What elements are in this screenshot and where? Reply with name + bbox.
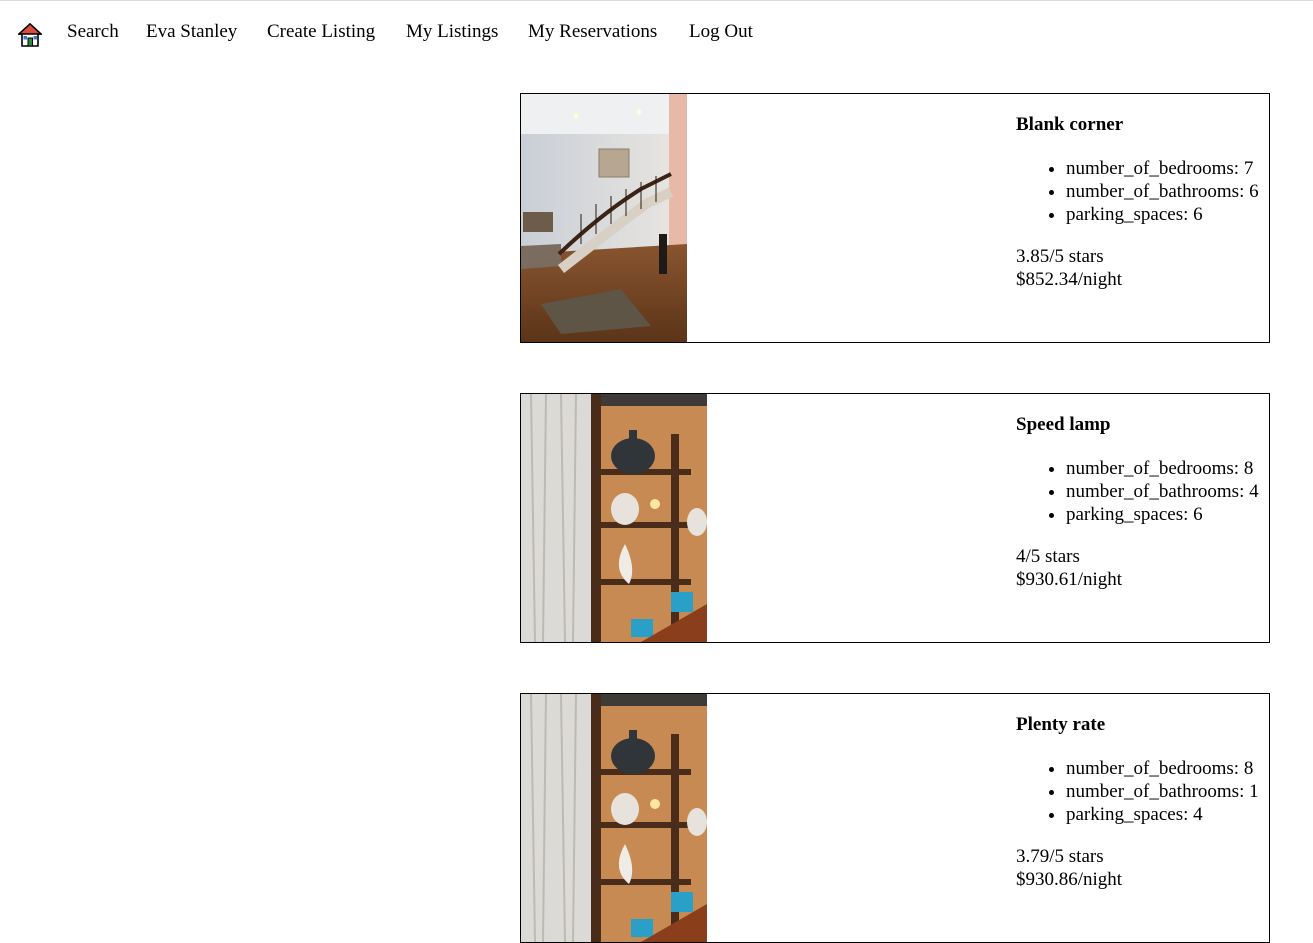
listing-photo [521, 694, 707, 942]
listing-features: number_of_bedrooms: 8 number_of_bathroom… [1016, 757, 1259, 826]
nav-user-profile[interactable]: Eva Stanley [146, 20, 237, 44]
listing-title[interactable]: Blank corner [1016, 114, 1123, 136]
feature-item: parking_spaces: 4 [1066, 803, 1259, 826]
listing-rating: 3.85/5 stars [1016, 246, 1104, 267]
nav-my-reservations[interactable]: My Reservations [528, 20, 657, 44]
top-nav: Search Eva Stanley Create Listing My Lis… [0, 0, 1313, 66]
listing-features: number_of_bedrooms: 7 number_of_bathroom… [1016, 157, 1259, 226]
listing-title[interactable]: Speed lamp [1016, 414, 1111, 436]
feature-item: number_of_bathrooms: 1 [1066, 780, 1259, 803]
listing-price: $930.86/night [1016, 869, 1123, 890]
listing-card[interactable]: Plenty rate number_of_bedrooms: 8 number… [520, 693, 1270, 943]
feature-item: number_of_bedrooms: 8 [1066, 757, 1259, 780]
feature-item: number_of_bathrooms: 4 [1066, 480, 1259, 503]
listing-price: $852.34/night [1016, 269, 1123, 290]
listing-card[interactable]: Blank corner number_of_bedrooms: 7 numbe… [520, 93, 1270, 343]
listing-title[interactable]: Plenty rate [1016, 714, 1105, 736]
feature-item: parking_spaces: 6 [1066, 203, 1259, 226]
nav-my-listings[interactable]: My Listings [406, 20, 498, 44]
house-icon[interactable] [16, 22, 44, 48]
nav-create-listing[interactable]: Create Listing [267, 20, 375, 44]
listing-rating: 3.79/5 stars [1016, 846, 1104, 867]
listing-card[interactable]: Speed lamp number_of_bedrooms: 8 number_… [520, 393, 1270, 643]
feature-item: number_of_bedrooms: 7 [1066, 157, 1259, 180]
listing-rating: 4/5 stars [1016, 546, 1080, 567]
feature-item: number_of_bathrooms: 6 [1066, 180, 1259, 203]
nav-search[interactable]: Search [67, 20, 119, 44]
listing-photo [521, 94, 687, 342]
feature-item: parking_spaces: 6 [1066, 503, 1259, 526]
listing-photo [521, 394, 707, 642]
listing-features: number_of_bedrooms: 8 number_of_bathroom… [1016, 457, 1259, 526]
listing-price: $930.61/night [1016, 569, 1123, 590]
feature-item: number_of_bedrooms: 8 [1066, 457, 1259, 480]
nav-log-out[interactable]: Log Out [689, 20, 753, 44]
